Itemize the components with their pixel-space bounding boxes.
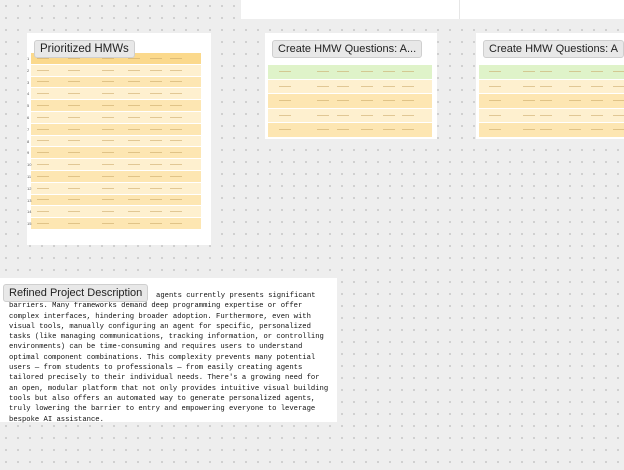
table-row xyxy=(479,94,624,108)
frame-title-create-hmw-1[interactable]: Create HMW Questions: A... xyxy=(272,40,423,58)
row-number: 11 xyxy=(27,174,32,179)
top-partial-frame xyxy=(241,0,624,19)
table-row xyxy=(31,159,201,170)
table-row xyxy=(31,100,201,111)
row-number: 5 xyxy=(27,103,30,109)
table-row xyxy=(31,112,201,123)
table-row xyxy=(31,88,201,100)
row-number: 10 xyxy=(27,162,32,168)
table-row xyxy=(268,123,432,137)
row-number: 4 xyxy=(27,91,30,97)
row-number: 14 xyxy=(27,209,32,215)
row-number: 7 xyxy=(27,126,30,132)
frame-prioritized-hmws[interactable]: 1 2 3 4 5 6 7 8 9 10 11 12 13 14 15 xyxy=(27,33,211,245)
table-row xyxy=(31,135,201,147)
table-row xyxy=(31,171,201,182)
hmw-table: 1 2 3 4 5 6 7 8 9 10 11 12 13 14 15 xyxy=(27,53,201,231)
row-number: 9 xyxy=(27,150,30,156)
table-row xyxy=(31,194,201,206)
table-row xyxy=(31,206,201,218)
frame-title-refined[interactable]: Refined Project Description xyxy=(3,284,149,302)
table-row xyxy=(268,94,432,108)
table-row xyxy=(268,108,432,122)
table-row xyxy=(479,123,624,137)
table-row xyxy=(31,123,201,135)
row-number: 12 xyxy=(27,185,32,191)
row-number: 6 xyxy=(27,115,30,120)
table-row xyxy=(31,64,201,76)
hmw-question-table xyxy=(268,65,432,137)
table-row xyxy=(31,76,201,88)
table-row xyxy=(479,108,624,122)
row-number: 8 xyxy=(27,138,30,144)
row-number: 15 xyxy=(27,221,32,227)
row-number: 1 xyxy=(27,56,30,61)
table-row xyxy=(31,147,201,159)
table-row xyxy=(268,79,432,93)
table-row xyxy=(31,218,201,229)
table-row xyxy=(479,65,624,79)
table-row xyxy=(268,65,432,79)
row-number: 2 xyxy=(27,67,30,73)
row-number: 3 xyxy=(27,79,30,85)
table-row xyxy=(31,182,201,194)
project-description-text: agents currently presents significant ba… xyxy=(9,292,333,424)
frame-divider xyxy=(459,0,460,19)
table-row xyxy=(479,79,624,93)
row-number: 13 xyxy=(27,197,32,203)
frame-title-prioritized[interactable]: Prioritized HMWs xyxy=(34,40,135,58)
frame-title-create-hmw-2[interactable]: Create HMW Questions: A xyxy=(483,40,624,58)
hmw-question-table-2 xyxy=(479,65,624,137)
